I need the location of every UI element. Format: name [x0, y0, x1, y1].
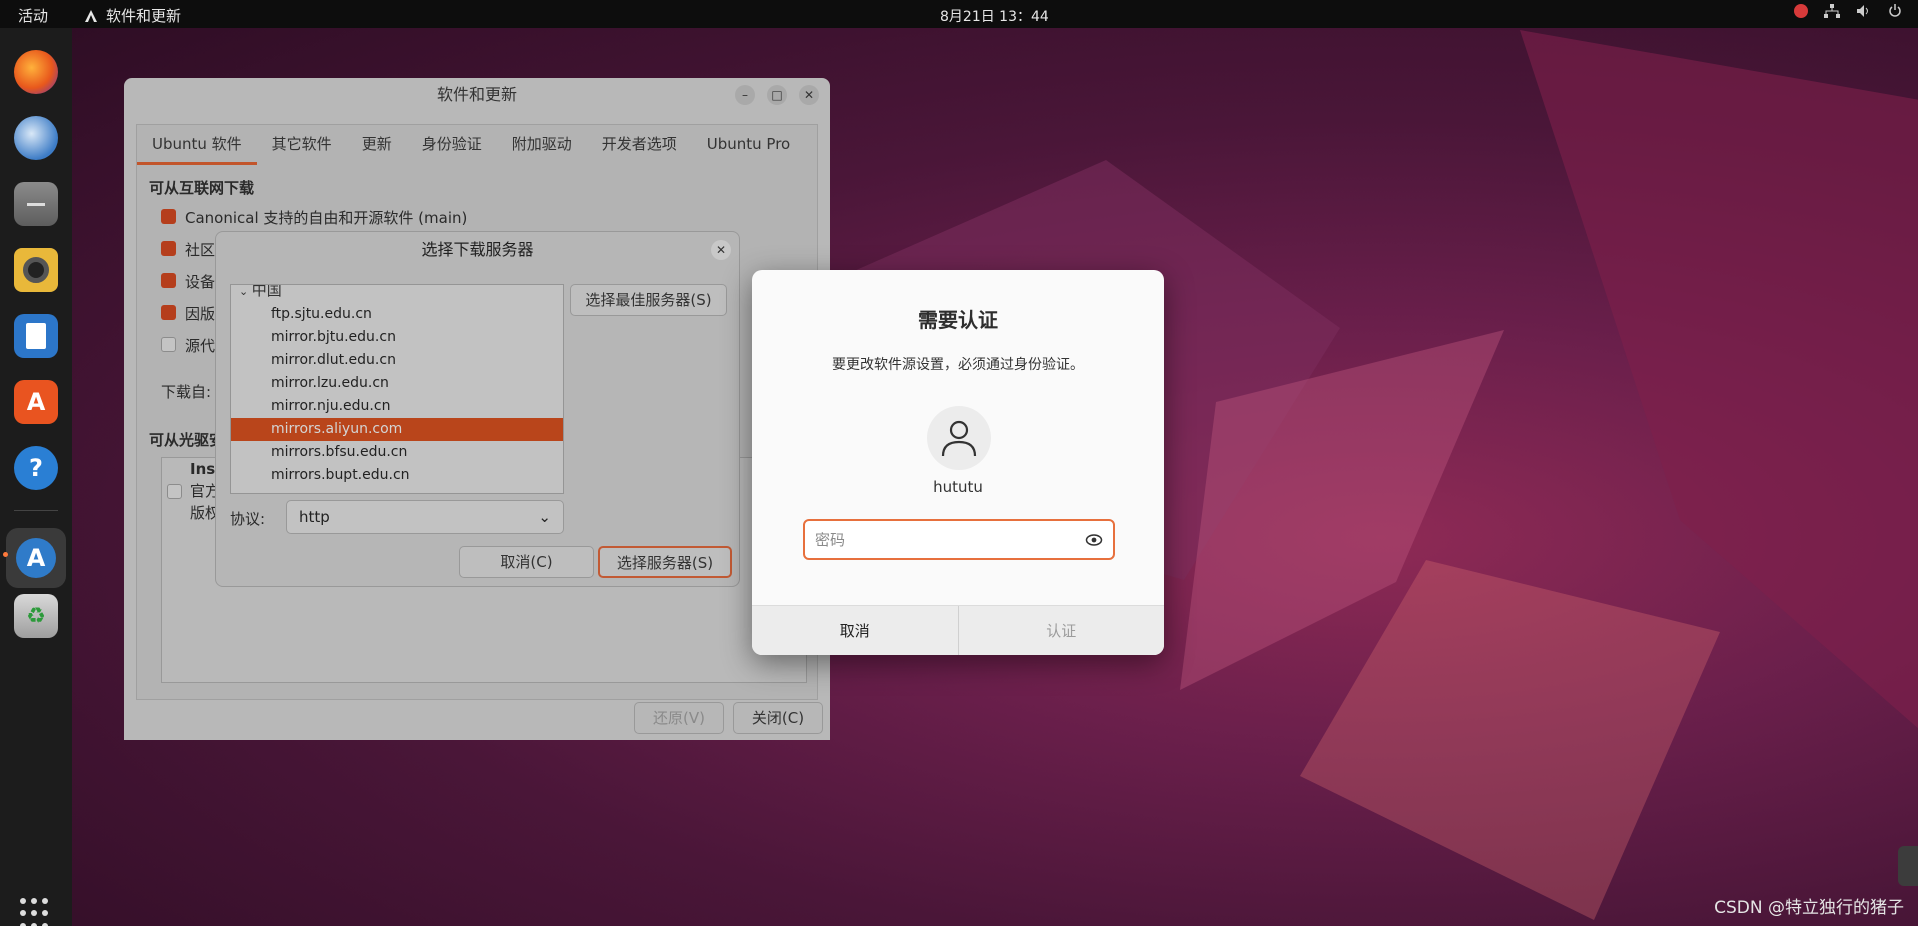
option-drivers-label: 设备	[185, 273, 216, 291]
mirror-list[interactable]: ⌄ 中国 ftp.sjtu.edu.cn mirror.bjtu.edu.cn …	[230, 284, 564, 494]
tab-ubuntu-software[interactable]: Ubuntu 软件	[137, 125, 257, 165]
list-item[interactable]: mirror.dlut.edu.cn	[231, 349, 563, 372]
rhythmbox-icon[interactable]	[14, 248, 58, 292]
select-best-server-button[interactable]: 选择最佳服务器(S)	[570, 284, 727, 316]
list-item[interactable]: mirrors.bfsu.edu.cn	[231, 441, 563, 464]
app-center-icon	[85, 9, 97, 22]
activities-button[interactable]: 活动	[18, 5, 48, 26]
tab-other-software[interactable]: 其它软件	[257, 125, 347, 165]
libreoffice-writer-icon[interactable]	[14, 314, 58, 358]
password-field[interactable]	[803, 519, 1115, 560]
software-updater-icon[interactable]: A	[6, 528, 66, 588]
close-icon[interactable]: ✕	[799, 85, 819, 105]
list-item[interactable]: mirror.bjtu.edu.cn	[231, 326, 563, 349]
list-item[interactable]: mirror.nju.edu.cn	[231, 395, 563, 418]
dialog-buttons: 取消 认证	[752, 605, 1164, 655]
watermark: CSDN @特立独行的猪子	[1714, 898, 1904, 918]
volume-icon[interactable]	[1856, 4, 1872, 18]
running-indicator	[3, 552, 8, 557]
help-icon[interactable]: ?	[14, 446, 58, 490]
close-icon[interactable]: ✕	[711, 240, 731, 260]
tab-bar: Ubuntu 软件 其它软件 更新 身份验证 附加驱动 开发者选项 Ubuntu…	[137, 125, 805, 165]
option-community-label: 社区	[185, 241, 216, 259]
section-internet-heading: 可从互联网下载	[149, 179, 255, 197]
user-icon	[941, 420, 977, 457]
trash-icon[interactable]: ♻	[14, 594, 58, 638]
option-source-label: 源代	[185, 337, 216, 355]
checkbox-community[interactable]	[161, 241, 176, 256]
cancel-button[interactable]: 取消(C)	[459, 546, 594, 578]
download-from-label: 下载自:	[161, 383, 212, 401]
window-title: 软件和更新	[436, 85, 517, 104]
option-restricted-label: 因版	[185, 305, 216, 323]
tab-updates[interactable]: 更新	[347, 125, 407, 165]
minimize-icon[interactable]: –	[735, 85, 755, 105]
notification-icon[interactable]	[1794, 4, 1808, 18]
app-name: 软件和更新	[106, 7, 182, 25]
dock: A ? A ♻	[0, 28, 72, 926]
system-tray[interactable]	[1794, 4, 1902, 18]
network-icon[interactable]	[1824, 4, 1840, 18]
thunderbird-icon[interactable]	[14, 116, 58, 160]
cancel-button[interactable]: 取消	[752, 606, 959, 655]
dialog-heading: 需要认证	[918, 308, 998, 332]
checkbox-source[interactable]	[161, 337, 176, 352]
authenticate-button[interactable]: 认证	[958, 606, 1164, 655]
list-item[interactable]: mirror.lzu.edu.cn	[231, 372, 563, 395]
tab-authentication[interactable]: 身份验证	[407, 125, 497, 165]
revert-button[interactable]: 还原(V)	[634, 702, 724, 734]
avatar	[927, 406, 991, 470]
power-icon[interactable]	[1888, 4, 1902, 18]
files-icon[interactable]	[14, 182, 58, 226]
chevron-down-icon: ⌄	[538, 508, 551, 526]
tab-developer-options[interactable]: 开发者选项	[587, 125, 692, 165]
username: hututu	[933, 478, 983, 496]
dialog-message: 要更改软件源设置，必须通过身份验证。	[832, 357, 1084, 373]
list-item[interactable]: mirrors.bupt.edu.cn	[231, 464, 563, 487]
list-item-selected[interactable]: mirrors.aliyun.com	[231, 418, 563, 441]
dock-separator	[14, 510, 58, 511]
dialog-title: 选择下载服务器	[421, 240, 534, 259]
checkbox-drivers[interactable]	[161, 273, 176, 288]
select-server-button[interactable]: 选择服务器(S)	[598, 546, 732, 578]
clock[interactable]: 8月21日 13：44	[940, 6, 1049, 26]
authentication-dialog: 需要认证 要更改软件源设置，必须通过身份验证。 hututu 取消 认证	[752, 270, 1164, 655]
option-main-label: Canonical 支持的自由和开源软件 (main)	[185, 209, 468, 227]
show-apps-icon[interactable]	[20, 898, 52, 926]
top-bar: 活动 软件和更新 8月21日 13：44	[0, 0, 1918, 28]
list-item[interactable]: ftp.sjtu.edu.cn	[231, 303, 563, 326]
tab-ubuntu-pro[interactable]: Ubuntu Pro	[692, 125, 805, 165]
protocol-value: http	[299, 508, 330, 526]
protocol-label: 协议:	[230, 510, 266, 528]
checkbox-main[interactable]	[161, 209, 176, 224]
maximize-icon[interactable]: □	[767, 85, 787, 105]
protocol-select[interactable]: http ⌄	[286, 500, 564, 534]
notification-edge-tab[interactable]	[1898, 846, 1918, 886]
close-button[interactable]: 关闭(C)	[733, 702, 823, 734]
checkbox-restricted[interactable]	[161, 305, 176, 320]
app-menu[interactable]: 软件和更新	[84, 5, 181, 26]
app-center-icon[interactable]: A	[14, 380, 58, 424]
password-input[interactable]	[815, 529, 1075, 551]
country-label: 中国	[251, 284, 282, 299]
checkbox-cd[interactable]	[167, 484, 182, 499]
wallpaper-facet	[1300, 560, 1720, 920]
tab-additional-drivers[interactable]: 附加驱动	[497, 125, 587, 165]
chevron-down-icon: ⌄	[239, 285, 252, 298]
section-cd-heading: 可从光驱安	[149, 431, 225, 449]
firefox-icon[interactable]	[14, 50, 58, 94]
choose-server-dialog: 选择下载服务器 ✕ ⌄ 中国 ftp.sjtu.edu.cn mirror.bj…	[215, 231, 740, 587]
show-password-icon[interactable]	[1085, 531, 1103, 549]
country-group[interactable]: ⌄ 中国	[239, 284, 282, 300]
